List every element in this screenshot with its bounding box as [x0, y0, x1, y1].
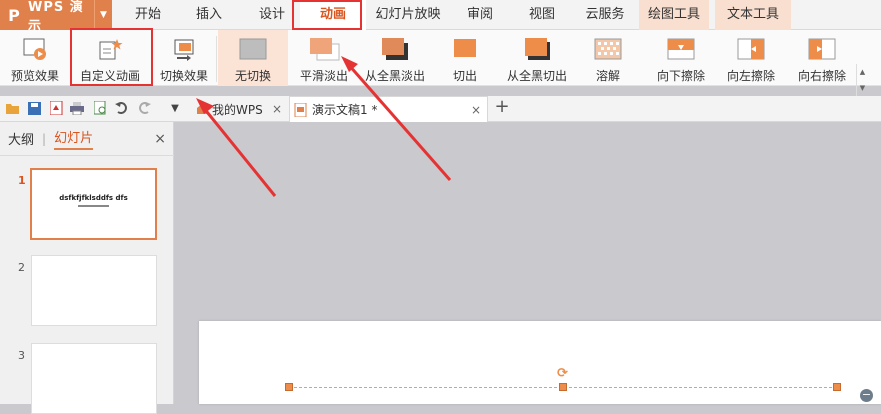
tab-insert[interactable]: 插入: [185, 0, 233, 30]
print-preview-icon[interactable]: [93, 101, 107, 115]
slide-thumbnail-3[interactable]: [31, 343, 157, 414]
wipe-right-button[interactable]: 向右擦除: [791, 30, 853, 86]
dissolve-icon: [593, 36, 623, 62]
ribbon-divider: [216, 36, 217, 82]
wps-logo-icon: P: [8, 5, 20, 25]
wipe-right-label: 向右擦除: [797, 69, 846, 83]
tab-drawing-tools[interactable]: 绘图工具: [639, 0, 709, 30]
scroll-up-icon[interactable]: ▲: [857, 64, 868, 80]
dissolve-button[interactable]: 溶解: [582, 30, 634, 86]
cut-button[interactable]: 切出: [436, 30, 494, 86]
tab-review[interactable]: 审阅: [458, 0, 502, 30]
new-tab-plus-icon[interactable]: +: [494, 96, 509, 117]
highlight-animation-tab: [292, 0, 362, 30]
cut-icon: [451, 36, 479, 62]
wipe-down-label: 向下擦除: [656, 69, 705, 83]
zoom-minus-icon[interactable]: −: [860, 389, 873, 402]
rotate-handle-icon[interactable]: ⟳: [557, 366, 568, 381]
fade-from-black-icon: [380, 36, 410, 62]
title-bar: P WPS 演示 ▼ 开始 插入 设计 动画 幻灯片放映 审阅 视图 云服务 绘…: [0, 0, 881, 34]
fade-from-black-label: 从全黑淡出: [364, 69, 425, 83]
export-pdf-icon[interactable]: [49, 101, 63, 115]
close-tab-icon[interactable]: ×: [471, 103, 481, 117]
tab-outline[interactable]: 大纲: [8, 129, 34, 148]
cut-from-black-label: 从全黑切出: [506, 69, 567, 83]
preview-effect-button[interactable]: 预览效果: [6, 30, 64, 86]
cut-from-black-icon: [522, 36, 552, 62]
wipe-left-button[interactable]: 向左擦除: [720, 30, 782, 86]
wps-home-icon: [196, 103, 208, 115]
document-tab-bar: ▼ 我的WPS × 演示文稿1 * × +: [0, 96, 881, 122]
tab-slides[interactable]: 幻灯片: [54, 127, 94, 150]
preview-effect-label: 预览效果: [10, 69, 59, 83]
no-transition-label: 无切换: [234, 69, 271, 83]
slide-number: 2: [18, 261, 25, 274]
presentation-file-icon: [294, 102, 308, 117]
transition-effect-label: 切换效果: [159, 69, 208, 83]
transition-effect-button[interactable]: 切换效果: [155, 30, 213, 86]
resize-handle[interactable]: [833, 383, 841, 391]
resize-handle[interactable]: [285, 383, 293, 391]
open-folder-icon[interactable]: [6, 101, 20, 115]
close-tab-icon[interactable]: ×: [272, 102, 282, 116]
slide-panel: 大纲 | 幻灯片 × 1 dsfkfjfklsddfs dfs 2 3: [0, 122, 174, 414]
transition-icon: [171, 36, 197, 62]
print-icon[interactable]: [70, 101, 84, 115]
tab-text-tools[interactable]: 文本工具: [715, 0, 791, 30]
wps-app-button[interactable]: P WPS 演示 ▼: [0, 0, 112, 34]
no-transition-button[interactable]: 无切换: [218, 30, 288, 86]
slide-title-text: dsfkfjfklsddfs dfs: [59, 194, 128, 202]
wipe-left-label: 向左擦除: [726, 69, 775, 83]
slide-subtitle-line: [78, 205, 109, 207]
slide-panel-header: 大纲 | 幻灯片 ×: [0, 122, 174, 156]
slide-number: 3: [18, 349, 25, 362]
highlight-custom-animation: [70, 28, 153, 86]
smooth-fade-label: 平滑淡出: [299, 69, 348, 83]
slide-thumbnail-2[interactable]: [31, 255, 157, 326]
cut-label: 切出: [452, 69, 477, 83]
redo-icon[interactable]: [137, 101, 151, 115]
close-panel-icon[interactable]: ×: [154, 131, 166, 147]
slide-number: 1: [18, 174, 26, 187]
tab-list-dropdown-icon[interactable]: ▼: [168, 101, 182, 115]
smooth-fade-icon: [308, 36, 340, 62]
tab-design[interactable]: 设计: [248, 0, 296, 30]
smooth-fade-button[interactable]: 平滑淡出: [292, 30, 356, 86]
tab-cloud-service[interactable]: 云服务: [580, 0, 630, 30]
preview-icon: [22, 36, 48, 62]
tab-slideshow[interactable]: 幻灯片放映: [370, 0, 446, 30]
tab-separator: |: [42, 131, 47, 146]
doc-tab-label: 演示文稿1 *: [312, 103, 378, 117]
tab-view[interactable]: 视图: [520, 0, 564, 30]
save-icon[interactable]: [27, 101, 41, 115]
scroll-down-icon[interactable]: ▼: [857, 80, 868, 96]
dissolve-label: 溶解: [595, 69, 620, 83]
doc-tab-label: 我的WPS: [212, 102, 263, 117]
resize-handle[interactable]: [559, 383, 567, 391]
app-menu-dropdown-icon[interactable]: ▼: [94, 0, 112, 30]
no-transition-icon: [238, 36, 268, 62]
wipe-right-icon: [807, 36, 837, 62]
cut-from-black-button[interactable]: 从全黑切出: [500, 30, 574, 86]
wipe-left-icon: [736, 36, 766, 62]
undo-icon[interactable]: [115, 101, 129, 115]
doc-tab-presentation[interactable]: 演示文稿1 * ×: [289, 96, 488, 122]
wipe-down-icon: [666, 36, 696, 62]
wipe-down-button[interactable]: 向下擦除: [650, 30, 712, 86]
fade-from-black-button[interactable]: 从全黑淡出: [360, 30, 430, 86]
slide-thumbnail-1[interactable]: dsfkfjfklsddfs dfs: [30, 168, 157, 240]
doc-tab-my-wps[interactable]: 我的WPS ×: [190, 96, 288, 122]
tab-start[interactable]: 开始: [125, 0, 171, 30]
